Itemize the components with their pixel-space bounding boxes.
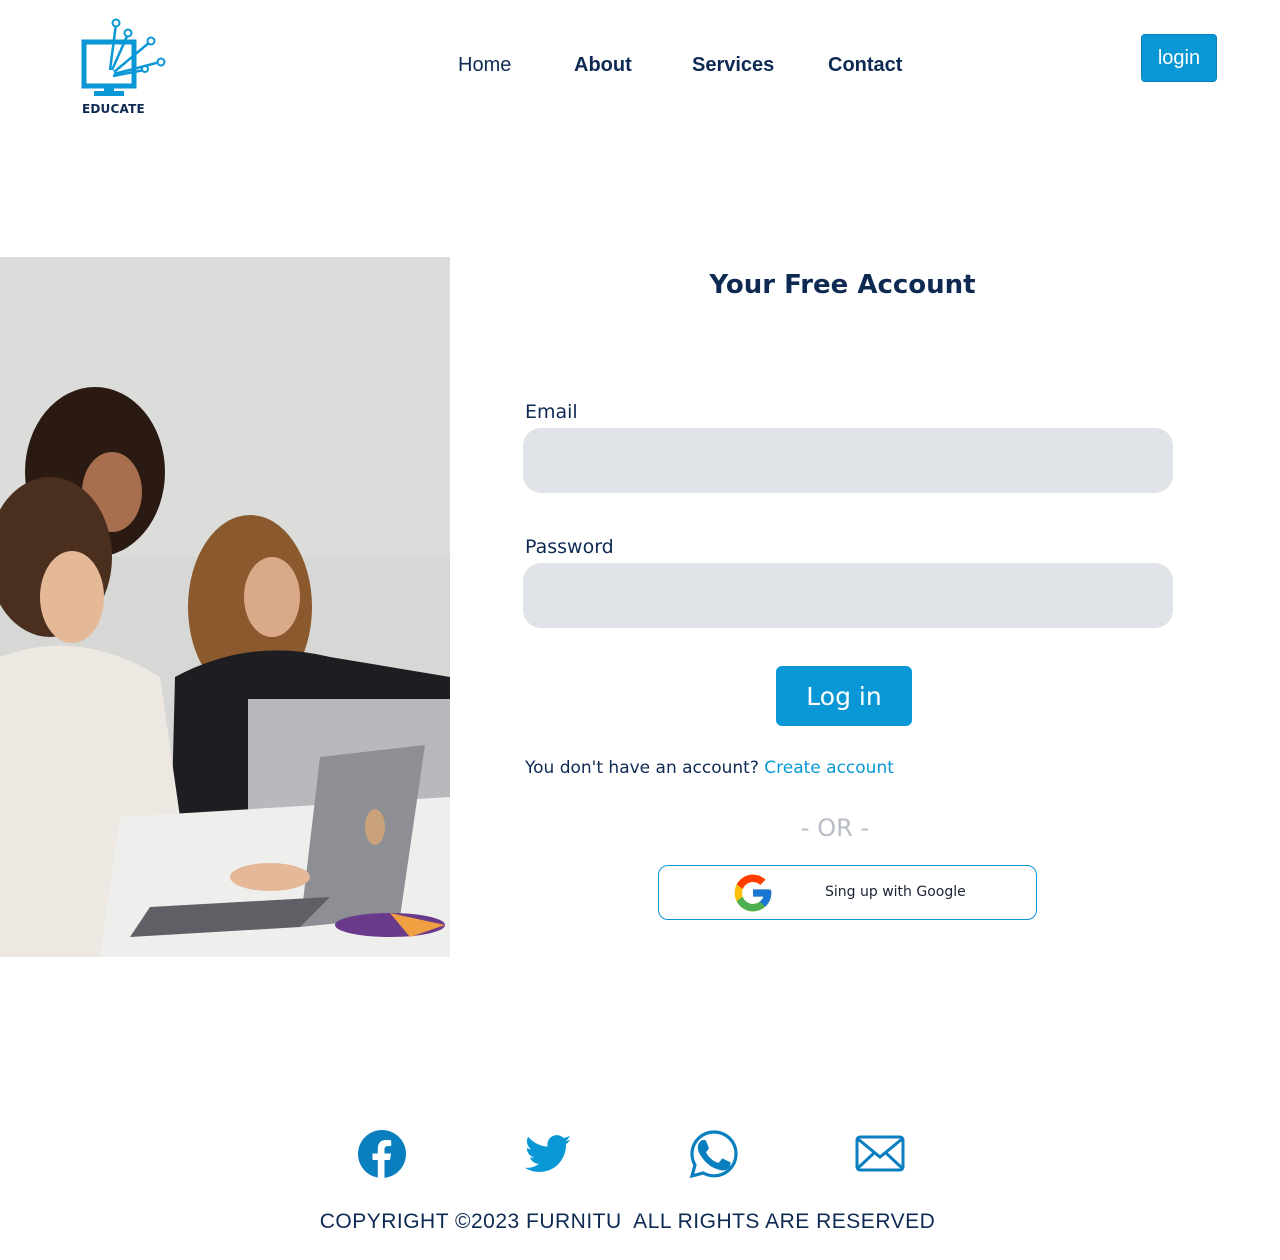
- google-icon: [734, 874, 772, 912]
- or-divider: - OR -: [800, 814, 870, 842]
- google-signup-button[interactable]: Sing up with Google: [658, 865, 1037, 920]
- create-account-link[interactable]: Create account: [764, 758, 894, 778]
- whatsapp-icon[interactable]: [689, 1129, 739, 1179]
- hero-photo: [0, 257, 450, 957]
- email-label: Email: [525, 401, 578, 423]
- nav-item-home[interactable]: Home: [458, 54, 511, 77]
- twitter-icon[interactable]: [523, 1129, 573, 1179]
- form-title: Your Free Account: [709, 270, 976, 300]
- mail-icon[interactable]: [855, 1129, 905, 1179]
- nav-item-about[interactable]: About: [574, 54, 632, 77]
- google-signup-label: Sing up with Google: [825, 884, 966, 900]
- header-login-button[interactable]: login: [1141, 34, 1217, 82]
- login-submit-button[interactable]: Log in: [776, 666, 912, 726]
- password-label: Password: [525, 536, 614, 558]
- main-nav: Home About Services Contact: [0, 54, 1280, 82]
- nav-item-contact[interactable]: Contact: [828, 54, 902, 77]
- nav-item-services[interactable]: Services: [692, 54, 774, 77]
- email-field[interactable]: [523, 428, 1173, 493]
- copyright-text: COPYRIGHT ©2023 FURNITU ALL RIGHTS ARE R…: [319, 1210, 936, 1233]
- no-account-prompt: You don't have an account? Create accoun…: [525, 758, 894, 778]
- no-account-text: You don't have an account?: [525, 758, 759, 778]
- people-working-photo: [0, 257, 450, 957]
- logo-text: EDUCATE: [82, 102, 145, 116]
- password-field[interactable]: [523, 563, 1173, 628]
- facebook-icon[interactable]: [357, 1129, 407, 1179]
